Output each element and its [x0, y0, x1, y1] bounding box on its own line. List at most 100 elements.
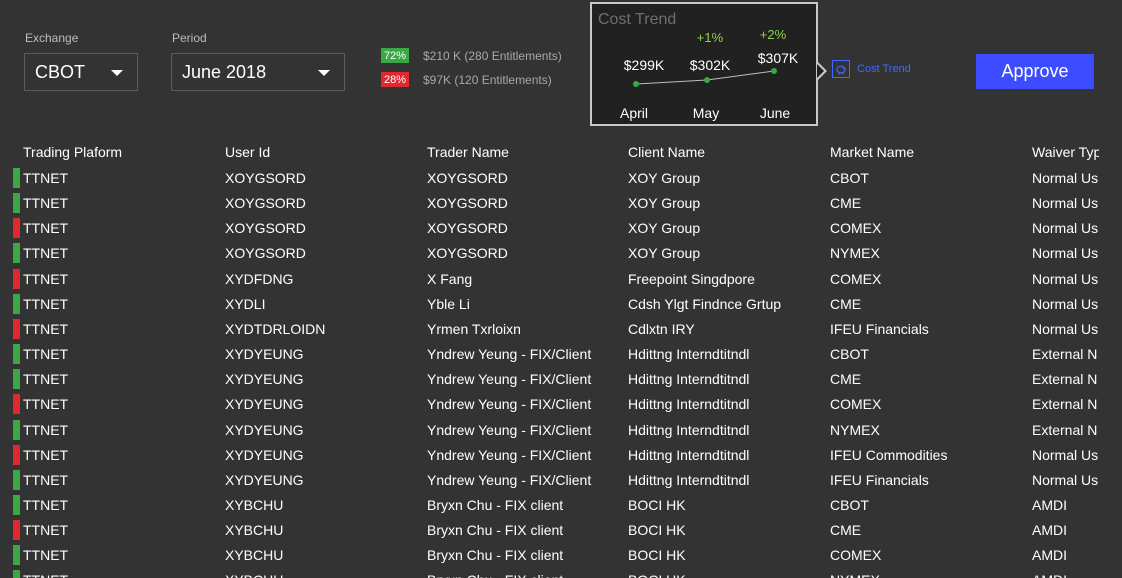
trend-point-april	[633, 81, 639, 87]
status-indicator	[13, 469, 20, 490]
trading-platform-cell: TTNET	[23, 421, 69, 438]
trader-name-cell: Bryxn Chu - FIX client	[427, 547, 564, 564]
exchange-value: CBOT	[35, 61, 86, 82]
table-row[interactable]: TTNET XYBCHU Bryxn Chu - FIX client BOCI HK…	[0, 543, 1122, 568]
table-row[interactable]: TTNET XYDYEUNG Yndrew Yeung - FIX/Client Hd…	[0, 367, 1122, 392]
trading-platform-cell: TTNET	[23, 295, 69, 312]
client-name-cell: BOCI HK	[628, 496, 686, 513]
trend-value-may: $302K	[689, 57, 731, 73]
table-row[interactable]: TTNET XYDTDRLOIDN Yrmen Txrloixn Cdlxtn IRY…	[0, 317, 1122, 342]
trend-value-june: $307K	[757, 50, 799, 66]
waiver-type-cell: External N	[1032, 421, 1098, 438]
table-row[interactable]: TTNET XYBCHU Bryxn Chu - FIX client BOCI HK…	[0, 518, 1122, 543]
waiver-type-cell: External N	[1032, 346, 1098, 363]
market-name-cell: CME	[830, 295, 862, 312]
waiver-type-cell: Normal Us	[1032, 320, 1099, 337]
cost-trend-link-label: Cost Trend	[857, 63, 911, 75]
market-name-cell: CME	[830, 371, 862, 388]
market-name-cell: CBOT	[830, 496, 869, 513]
user-id-cell: XOYGSORD	[225, 195, 306, 212]
table-row[interactable]: TTNET XYDYEUNG Yndrew Yeung - FIX/Client Hd…	[0, 418, 1122, 443]
status-indicator	[13, 268, 20, 289]
table-row[interactable]: TTNET XYDLI Yble Li Cdsh Ylgt Findnce Grtup…	[0, 292, 1122, 317]
status-indicator	[13, 419, 20, 440]
waiver-type-cell: External N	[1032, 371, 1098, 388]
table-row[interactable]: TTNET XOYGSORD XOYGSORD XOY Group CME Normal …	[0, 191, 1122, 216]
client-name-cell: Hdittng Interndtitndl	[628, 396, 750, 413]
trader-name-cell: Bryxn Chu - FIX client	[427, 522, 564, 539]
trading-platform-cell: TTNET	[23, 572, 68, 578]
waiver-type-cell: AMDI	[1032, 547, 1067, 564]
user-id-cell: XYBCHU	[225, 572, 283, 578]
table-row[interactable]: TTNET XYDYEUNG Yndrew Yeung - FIX/Client Hd…	[0, 342, 1122, 367]
piggy-bank-icon	[832, 60, 850, 78]
trend-point-june	[771, 68, 777, 74]
trading-platform-cell: TTNET	[23, 195, 69, 212]
table-row[interactable]: TTNET XOYGSORD XOYGSORD XOY Group COMEX Norma…	[0, 216, 1122, 241]
column-header[interactable]: Trading Plaform	[23, 144, 122, 160]
client-name-cell: XOY Group	[628, 195, 701, 212]
table-row[interactable]: TTNET XYDFDNG X Fang Freepoint Singdpore COM…	[0, 267, 1122, 292]
market-name-cell: NYMEX	[830, 572, 880, 578]
exchange-select[interactable]: CBOT	[24, 53, 138, 91]
client-name-cell: XOY Group	[628, 245, 701, 262]
column-header[interactable]: Market Name	[830, 144, 914, 160]
user-id-cell: XYDFDNG	[225, 270, 294, 287]
trader-name-cell: XOYGSORD	[427, 195, 508, 212]
trading-platform-cell: TTNET	[23, 220, 69, 237]
user-id-cell: XYBCHU	[225, 496, 284, 513]
waiver-type-cell: Normal Us	[1032, 195, 1099, 212]
client-name-cell: Cdlxtn IRY	[628, 320, 695, 337]
market-name-cell: COMEX	[830, 396, 882, 413]
client-name-cell: Hdittng Interndtitndl	[628, 421, 750, 438]
status-indicator	[13, 243, 20, 264]
table-row[interactable]: TTNET XOYGSORD XOYGSORD XOY Group CBOT Normal…	[0, 166, 1122, 191]
user-id-cell: XYDLI	[225, 295, 266, 312]
trading-platform-cell: TTNET	[23, 547, 69, 564]
trader-name-cell: X Fang	[427, 270, 473, 287]
status-indicator	[13, 520, 20, 541]
column-header[interactable]: Waiver Typ	[1032, 144, 1099, 160]
trader-name-cell: Yrmen Txrloixn	[427, 320, 521, 337]
trader-name-cell: Yble Li	[427, 295, 470, 312]
cost-trend-link[interactable]: Cost Trend	[832, 60, 911, 78]
trader-name-cell: Yndrew Yeung - FIX/Client	[427, 446, 592, 463]
market-name-cell: CME	[830, 195, 862, 212]
approve-button[interactable]: Approve	[976, 54, 1094, 89]
trader-name-cell: XOYGSORD	[427, 220, 508, 237]
column-header[interactable]: Trader Name	[427, 144, 509, 160]
period-select[interactable]: June 2018	[171, 53, 345, 91]
table-row[interactable]: TTNET XYDYEUNG Yndrew Yeung - FIX/Client Hd…	[0, 392, 1122, 417]
client-name-cell: XOY Group	[628, 170, 701, 186]
period-value: June 2018	[182, 61, 267, 82]
cost-trend-popup: Cost Trend $299K $302K $307K +1% +2% Apr…	[590, 2, 827, 126]
table-row[interactable]: TTNET XYBCHU Bryxn Chu - FIX client BOCI HK…	[0, 493, 1122, 518]
trend-change-may: +1%	[696, 30, 724, 45]
user-id-cell: XYBCHU	[225, 522, 284, 539]
market-name-cell: COMEX	[830, 270, 882, 287]
waiver-type-cell: Normal Us	[1032, 446, 1099, 463]
client-name-cell: Cdsh Ylgt Findnce Grtup	[628, 295, 782, 312]
column-header[interactable]: Client Name	[628, 144, 705, 160]
trader-name-cell: Yndrew Yeung - FIX/Client	[427, 371, 592, 388]
user-id-cell: XYDYEUNG	[225, 421, 304, 438]
client-name-cell: BOCI HK	[628, 522, 686, 539]
user-id-cell: XOYGSORD	[225, 245, 306, 262]
user-id-cell: XYDTDRLOIDN	[225, 320, 326, 337]
trading-platform-cell: TTNET	[23, 471, 69, 488]
waiver-type-cell: AMDI	[1032, 496, 1067, 513]
column-header[interactable]: User Id	[225, 144, 270, 160]
chevron-down-icon	[318, 70, 330, 76]
percent-badge: 28%	[381, 72, 409, 87]
client-name-cell: Hdittng Interndtitndl	[628, 471, 750, 488]
table-row[interactable]: TTNET XYDYEUNG Yndrew Yeung - FIX/Client Hd…	[0, 468, 1122, 493]
trend-change-june: +2%	[759, 27, 787, 42]
trading-platform-cell: TTNET	[23, 170, 69, 186]
waiver-type-cell: Normal Us	[1032, 170, 1099, 186]
table-row[interactable]: TTNET XOYGSORD XOYGSORD XOY Group NYMEX Norma…	[0, 241, 1122, 266]
status-indicator	[13, 369, 20, 390]
table-row[interactable]: TTNET XYBCHU Bryxn Chu - FIX client BOCI HK…	[0, 568, 1122, 578]
user-id-cell: XOYGSORD	[225, 170, 306, 186]
status-indicator	[13, 545, 20, 566]
table-row[interactable]: TTNET XYDYEUNG Yndrew Yeung - FIX/Client Hd…	[0, 443, 1122, 468]
